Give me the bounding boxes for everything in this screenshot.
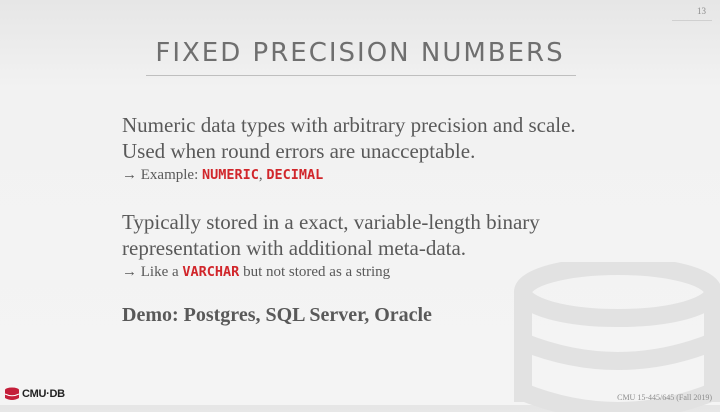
logo-text: CMU·DB [22, 388, 65, 400]
database-logo-icon [4, 387, 20, 400]
corner-divider [672, 20, 712, 21]
arrow-prefix: → Like a [122, 264, 183, 280]
demo-line: Demo: Postgres, SQL Server, Oracle [122, 304, 432, 326]
footer-course: CMU 15-445/645 (Fall 2019) [617, 393, 712, 402]
point-2-text: Typically stored in a exact, variable-le… [122, 210, 540, 260]
point-1-subpoint: → Example: NUMERIC, DECIMAL [122, 165, 602, 185]
code-numeric: NUMERIC [201, 167, 259, 183]
point-2-subpoint: → Like a VARCHAR but not stored as a str… [122, 262, 602, 282]
code-decimal: DECIMAL [266, 167, 324, 183]
cmu-db-logo: CMU·DB [4, 386, 65, 402]
point-1-text: Numeric data types with arbitrary precis… [122, 113, 576, 163]
arrow-prefix: → Example: [122, 167, 202, 183]
subpoint-suffix: but not stored as a string [239, 264, 391, 280]
page-number: 13 [697, 6, 706, 16]
slide-body: Numeric data types with arbitrary precis… [122, 112, 602, 327]
slide-title: FIXED PRECISION NUMBERS [155, 38, 565, 68]
code-varchar: VARCHAR [182, 264, 240, 280]
title-divider [146, 75, 576, 76]
